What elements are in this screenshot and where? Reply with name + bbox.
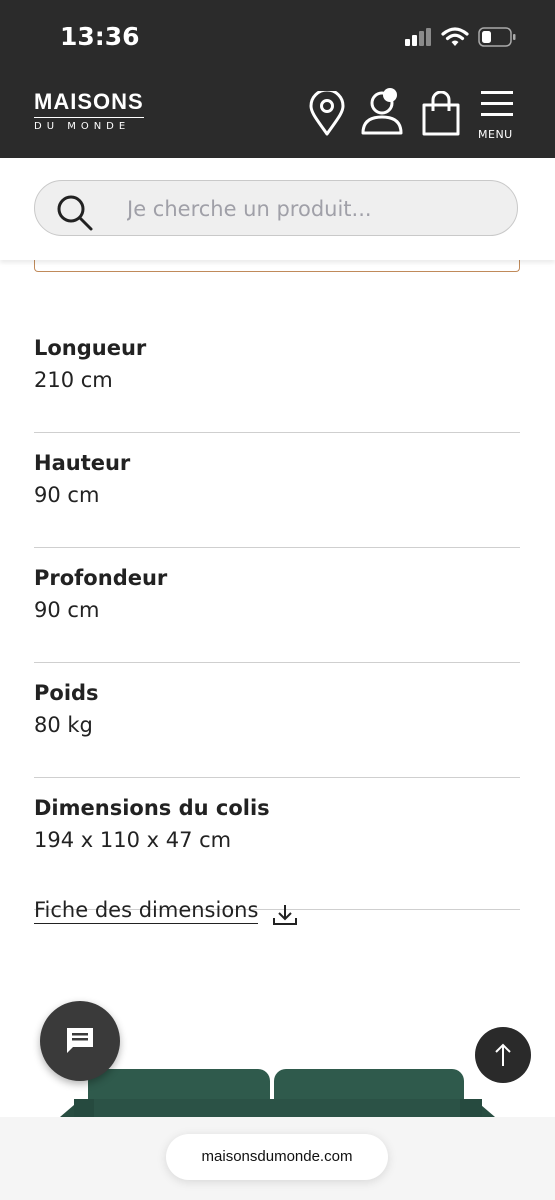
sofa-product-image[interactable] (60, 1065, 495, 1117)
product-dimensions-list: Longueur 210 cm Hauteur 90 cm Profondeur… (34, 318, 520, 910)
spec-row-poids: Poids 80 kg (34, 663, 520, 778)
logo-text-bottom: DU MONDE (34, 121, 131, 132)
spec-value: 194 x 110 x 47 cm (34, 828, 232, 852)
arrow-up-icon (495, 1043, 511, 1066)
menu-icon[interactable] (480, 89, 514, 119)
scroll-to-top-button[interactable] (475, 1027, 531, 1083)
dimensions-sheet-link[interactable]: Fiche des dimensions (34, 898, 297, 925)
logo-text-top: MAISONS (34, 89, 144, 114)
spec-row-longueur: Longueur 210 cm (34, 318, 520, 433)
search-icon[interactable] (55, 193, 95, 233)
menu-label[interactable]: MENU (478, 128, 513, 141)
status-bar: 13:36 (0, 0, 555, 75)
battery-icon (478, 27, 516, 47)
spec-value: 210 cm (34, 368, 113, 392)
spec-label: Dimensions du colis (34, 796, 270, 820)
download-icon[interactable] (272, 903, 298, 927)
site-header: MAISONS DU MONDE MENU (0, 75, 555, 158)
spec-label: Hauteur (34, 451, 131, 475)
spec-label: Longueur (34, 336, 147, 360)
spec-row-hauteur: Hauteur 90 cm (34, 433, 520, 548)
account-icon[interactable] (360, 85, 410, 137)
dimensions-sheet-label[interactable]: Fiche des dimensions (34, 898, 259, 924)
search-bar[interactable] (34, 180, 518, 236)
maisons-du-monde-logo[interactable]: MAISONS DU MONDE (34, 89, 146, 132)
spec-value: 80 kg (34, 713, 93, 737)
browser-url-bar[interactable]: maisonsdumonde.com (166, 1134, 388, 1180)
wifi-icon (441, 27, 469, 46)
search-input[interactable] (125, 191, 499, 227)
chat-icon (67, 1028, 93, 1053)
spec-row-profondeur: Profondeur 90 cm (34, 548, 520, 663)
spec-row-dimensions-colis: Dimensions du colis 194 x 110 x 47 cm (34, 778, 520, 910)
spec-label: Poids (34, 681, 99, 705)
signal-icon (405, 28, 431, 46)
chat-button[interactable] (40, 1001, 120, 1081)
shopping-bag-icon[interactable] (420, 91, 462, 137)
status-time: 13:36 (60, 22, 140, 51)
spec-value: 90 cm (34, 598, 100, 622)
search-bar-container (0, 158, 555, 260)
location-icon[interactable] (308, 91, 346, 137)
spec-label: Profondeur (34, 566, 168, 590)
logo-divider (34, 117, 144, 118)
spec-value: 90 cm (34, 483, 100, 507)
